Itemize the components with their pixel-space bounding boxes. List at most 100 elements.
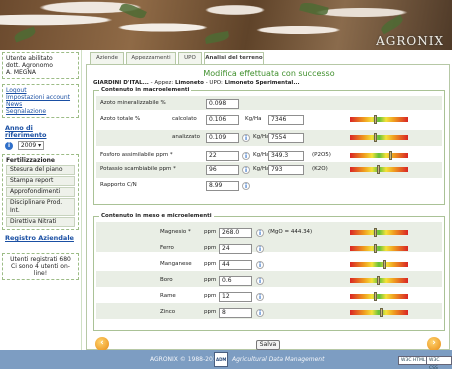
potassio-unit: Kg/Ha: [253, 166, 270, 172]
crumb-appez: Limoneto: [175, 80, 204, 86]
brand-logo: AGRONIX: [376, 34, 444, 48]
potassio-gauge: [350, 165, 408, 174]
row-azoto-min: Azoto mineralizzabile % 0.098: [100, 99, 440, 109]
cn-input[interactable]: 8.99: [206, 181, 239, 191]
info-icon[interactable]: i: [256, 293, 264, 301]
adm-logo: ADM: [214, 352, 228, 367]
info-icon[interactable]: i: [256, 229, 264, 237]
micro-unit: ppm: [204, 293, 217, 299]
micro-unit: ppm: [204, 229, 217, 235]
fertilization-menu: Fertilizzazione Stesura del piano Stampa…: [2, 154, 79, 230]
account-links: Logout Impostazioni account News Segnala…: [2, 84, 79, 118]
header-banner: AGRONIX: [0, 0, 452, 50]
micro-row: Boro ppm 0.6 i: [100, 276, 440, 286]
menu-item-disciplinare[interactable]: Disciplinare Prod. Int.: [6, 198, 75, 216]
info-icon[interactable]: i: [242, 166, 250, 174]
report-issue-link[interactable]: Segnalazione: [6, 108, 75, 115]
gauge-pin: [374, 115, 377, 124]
row-potassio: Potassio scambiabile ppm * 96 i Kg/Ha 79…: [100, 165, 440, 175]
micro-unit: ppm: [204, 261, 217, 267]
menu-item-report[interactable]: Stampa report: [6, 176, 75, 186]
micro-label: Ferro: [160, 245, 174, 251]
row-fosforo: Fosforo assimilabile ppm * 22 i Kg/Ha 34…: [100, 151, 440, 161]
save-button[interactable]: Salva: [256, 340, 280, 350]
micro-label: Manganese: [160, 261, 192, 267]
potassio-input[interactable]: 96: [206, 165, 239, 175]
potassio-kg[interactable]: 793: [268, 165, 304, 175]
crumb-sep-2: - UPO:: [203, 80, 225, 86]
fosforo-label: Fosforo assimilabile ppm *: [100, 152, 173, 158]
year-select[interactable]: 2009 ▾: [17, 141, 45, 150]
info-icon[interactable]: i: [256, 309, 264, 317]
help-icon[interactable]: i: [5, 142, 13, 150]
micro-fieldset: Contenuto in meso e microelementi Magnes…: [93, 213, 445, 331]
news-link[interactable]: News: [6, 101, 75, 108]
micro-row: Rame ppm 12 i: [100, 292, 440, 302]
micro-input[interactable]: 268.0: [219, 228, 252, 238]
azoto-min-input[interactable]: 0.098: [206, 99, 239, 109]
micro-unit: ppm: [204, 245, 217, 251]
gauge-pin: [377, 165, 380, 174]
main-panel: Aziende Appezzamenti UPO Analisi del ter…: [86, 50, 450, 351]
azoto-an-kg[interactable]: 7554: [268, 133, 304, 143]
gauge-pin: [380, 308, 383, 317]
user-role: dott. Agronomo: [6, 62, 53, 69]
fosforo-kg[interactable]: 349.3: [268, 151, 304, 161]
micro-input[interactable]: 8: [219, 308, 252, 318]
sidebar: Utente abilitato dott. Agronomo A. MEGNA…: [0, 50, 82, 350]
logout-link[interactable]: Logout: [6, 87, 75, 94]
azoto-calc-kg[interactable]: 7346: [268, 115, 304, 125]
micro-row: Zinco ppm 8 i: [100, 308, 440, 318]
fosforo-gauge: [350, 151, 408, 160]
next-arrow-icon[interactable]: ›: [427, 337, 441, 351]
macro-legend: Contenuto in macroelementi: [101, 87, 190, 93]
micro-gauge: [350, 260, 408, 269]
tab-aziende[interactable]: Aziende: [90, 52, 124, 64]
azoto-an-gauge: [350, 133, 408, 142]
micro-row: Magnesio * ppm 268.0 i (MgO = 444.34): [100, 228, 440, 238]
micro-gauge: [350, 276, 408, 285]
micro-gauge: [350, 244, 408, 253]
crumb-upo: Limoneto Sperimental...: [224, 80, 300, 86]
breadcrumb: GIARDINI D'ITAL... - Appez: Limoneto - U…: [93, 80, 300, 86]
chevron-down-icon: ▾: [38, 142, 42, 149]
registry-box: Registro Aziendale: [2, 233, 79, 244]
azoto-tot-label: Azoto totale %: [100, 116, 141, 122]
row-azoto-an: analizzato 0.109 i Kg/Ha 7554: [100, 133, 440, 143]
menu-item-nitrati[interactable]: Direttiva Nitrati: [6, 217, 75, 227]
tab-upo[interactable]: UPO: [178, 52, 202, 64]
tab-appezzamenti[interactable]: Appezzamenti: [126, 52, 176, 64]
micro-input[interactable]: 24: [219, 244, 252, 254]
micro-legend: Contenuto in meso e microelementi: [101, 213, 212, 219]
micro-input[interactable]: 12: [219, 292, 252, 302]
info-icon[interactable]: i: [242, 134, 250, 142]
micro-label: Zinco: [160, 309, 176, 315]
analysis-form: Modifica effettuata con successo GIARDIN…: [86, 64, 450, 351]
info-icon[interactable]: i: [256, 245, 264, 253]
micro-input[interactable]: 0.6: [219, 276, 252, 286]
gauge-pin: [377, 276, 380, 285]
azoto-calc-input[interactable]: 0.106: [206, 115, 239, 125]
menu-item-plan[interactable]: Stesura del piano: [6, 165, 75, 175]
footer-copyright: AGRONIX © 1988-2010: [150, 356, 221, 363]
azoto-an-input[interactable]: 0.109: [206, 133, 239, 143]
micro-gauge: [350, 228, 408, 237]
cn-label: Rapporto C/N: [100, 182, 137, 188]
account-settings-link[interactable]: Impostazioni account: [6, 94, 75, 101]
info-icon[interactable]: i: [256, 261, 264, 269]
potassio-label: Potassio scambiabile ppm *: [100, 166, 176, 172]
info-icon[interactable]: i: [242, 182, 250, 190]
fosforo-input[interactable]: 22: [206, 151, 239, 161]
mgo-note: (MgO = 444.34): [268, 229, 313, 235]
azoto-calc-label: calcolato: [172, 116, 197, 122]
year-heading: Anno di riferimento: [5, 124, 47, 139]
w3c-css-badge[interactable]: W3C CSS: [426, 356, 452, 371]
user-box: Utente abilitato dott. Agronomo A. MEGNA: [2, 52, 79, 79]
micro-input[interactable]: 44: [219, 260, 252, 270]
micro-unit: ppm: [204, 309, 217, 315]
info-icon[interactable]: i: [242, 152, 250, 160]
prev-arrow-icon[interactable]: ‹: [95, 337, 109, 351]
registry-link[interactable]: Registro Aziendale: [5, 235, 76, 242]
info-icon[interactable]: i: [256, 277, 264, 285]
menu-item-insights[interactable]: Approfondimenti: [6, 187, 75, 197]
